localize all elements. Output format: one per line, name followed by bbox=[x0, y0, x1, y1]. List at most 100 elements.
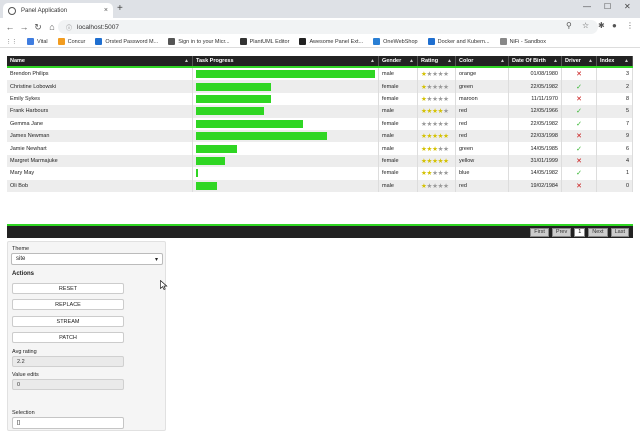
minimize-icon[interactable]: — bbox=[583, 2, 591, 11]
table-row[interactable]: Frank Harbours male ★★★★★ red 12/05/1966 ✓ 5 bbox=[7, 105, 633, 118]
patch-button[interactable]: PATCH bbox=[12, 332, 124, 343]
selection-input[interactable]: [] bbox=[12, 417, 124, 429]
sort-arrow-icon[interactable]: ▲ bbox=[184, 58, 189, 64]
cell-date-of-birth[interactable]: 31/01/1999 bbox=[509, 154, 562, 168]
cell-gender[interactable]: female bbox=[379, 154, 418, 168]
table-row[interactable]: Christine Lobowski female ★★★★★ green 22/05/… bbox=[7, 80, 633, 93]
home-icon[interactable]: ⌂ bbox=[45, 22, 59, 32]
cell-driver[interactable]: ✕ bbox=[562, 129, 597, 143]
bookmark-item[interactable]: PlantUML Editor bbox=[239, 38, 289, 45]
cell-color[interactable]: yellow bbox=[456, 154, 509, 168]
reset-button[interactable]: RESET bbox=[12, 283, 124, 294]
profile-icon[interactable]: ● bbox=[612, 21, 617, 30]
cell-name[interactable]: Frank Harbours bbox=[7, 105, 193, 118]
table-row[interactable]: Jamie Newhart male ★★★★★ green 14/05/1985 ✓ 6 bbox=[7, 142, 633, 155]
cell-rating[interactable]: ★★★★★ bbox=[418, 68, 456, 81]
cell-name[interactable]: James Newman bbox=[7, 129, 193, 143]
cell-task-progress[interactable] bbox=[193, 117, 379, 130]
table-row[interactable]: Brendon Philips male ★★★★★ orange 01/08/1980… bbox=[7, 68, 633, 81]
cell-task-progress[interactable] bbox=[193, 129, 379, 143]
cell-name[interactable]: Gemma Jane bbox=[7, 117, 193, 130]
cell-date-of-birth[interactable]: 01/08/1980 bbox=[509, 68, 562, 81]
cell-rating[interactable]: ★★★★★ bbox=[418, 154, 456, 168]
table-row[interactable]: Mary May female ★★★★★ blue 14/05/1982 ✓ 1 bbox=[7, 167, 633, 180]
cell-index[interactable]: 3 bbox=[597, 68, 633, 81]
cell-driver[interactable]: ✕ bbox=[562, 68, 597, 81]
cell-date-of-birth[interactable]: 22/05/1982 bbox=[509, 117, 562, 130]
new-tab-icon[interactable]: + bbox=[117, 3, 123, 14]
cell-task-progress[interactable] bbox=[193, 167, 379, 180]
cell-rating[interactable]: ★★★★★ bbox=[418, 142, 456, 155]
header-col-index[interactable]: Index ▲ bbox=[597, 56, 633, 66]
cell-task-progress[interactable] bbox=[193, 154, 379, 168]
header-col-color[interactable]: Color ▲ bbox=[456, 56, 509, 66]
cell-gender[interactable]: female bbox=[379, 92, 418, 106]
cell-gender[interactable]: male bbox=[379, 179, 418, 192]
header-col-task-progress[interactable]: Task Progress ▲ bbox=[193, 56, 379, 66]
cell-name[interactable]: Emily Sykes bbox=[7, 92, 193, 106]
cell-gender[interactable]: male bbox=[379, 68, 418, 81]
bookmark-item[interactable]: Vital bbox=[27, 38, 48, 45]
cell-gender[interactable]: male bbox=[379, 142, 418, 155]
cell-task-progress[interactable] bbox=[193, 105, 379, 118]
header-col-driver[interactable]: Driver ▲ bbox=[562, 56, 597, 66]
cell-color[interactable]: blue bbox=[456, 167, 509, 180]
bookmark-item[interactable]: Docker and Kubern... bbox=[427, 38, 490, 45]
header-col-date-of-birth[interactable]: Date Of Birth ▲ bbox=[509, 56, 562, 66]
cell-task-progress[interactable] bbox=[193, 92, 379, 106]
cell-name[interactable]: Margret Marmajuke bbox=[7, 154, 193, 168]
browser-tab[interactable]: Panel Application × bbox=[3, 3, 113, 18]
sort-arrow-icon[interactable]: ▲ bbox=[370, 58, 375, 64]
header-col-name[interactable]: Name ▲ bbox=[7, 56, 193, 66]
cell-rating[interactable]: ★★★★★ bbox=[418, 80, 456, 93]
header-col-rating[interactable]: Rating ▲ bbox=[418, 56, 456, 66]
close-icon[interactable]: × bbox=[104, 7, 108, 14]
cell-name[interactable]: Brendon Philips bbox=[7, 68, 193, 81]
sort-arrow-icon[interactable]: ▲ bbox=[588, 58, 593, 64]
cell-name[interactable]: Oli Bob bbox=[7, 179, 193, 192]
apps-icon[interactable]: ⋮⋮ bbox=[6, 39, 17, 45]
bookmark-item[interactable]: Awesome Panel Ext... bbox=[299, 38, 363, 45]
page-next-button[interactable]: Next bbox=[588, 227, 608, 237]
cell-color[interactable]: green bbox=[456, 80, 509, 93]
cell-date-of-birth[interactable]: 19/02/1984 bbox=[509, 179, 562, 192]
stream-button[interactable]: STREAM bbox=[12, 316, 124, 327]
cell-index[interactable]: 5 bbox=[597, 105, 633, 118]
cell-gender[interactable]: female bbox=[379, 80, 418, 93]
maximize-icon[interactable]: ☐ bbox=[604, 2, 611, 11]
page-prev-button[interactable]: Prev bbox=[551, 227, 572, 237]
window-close-icon[interactable]: ✕ bbox=[624, 2, 631, 11]
sort-arrow-icon[interactable]: ▲ bbox=[409, 58, 414, 64]
cell-date-of-birth[interactable]: 12/05/1966 bbox=[509, 105, 562, 118]
cell-driver[interactable]: ✓ bbox=[562, 105, 597, 118]
theme-select[interactable]: site ▾ bbox=[11, 253, 163, 265]
cell-name[interactable]: Mary May bbox=[7, 167, 193, 180]
sort-arrow-icon[interactable]: ▲ bbox=[553, 58, 558, 64]
cell-color[interactable]: orange bbox=[456, 68, 509, 81]
bookmark-item[interactable]: Orsted Password M... bbox=[95, 38, 158, 45]
table-row[interactable]: Emily Sykes female ★★★★★ maroon 11/11/1970 ✕ 8 bbox=[7, 92, 633, 106]
cell-color[interactable]: green bbox=[456, 142, 509, 155]
table-row[interactable]: James Newman male ★★★★★ red 22/03/1998 ✕ 9 bbox=[7, 129, 633, 143]
cell-color[interactable]: red bbox=[456, 117, 509, 130]
table-row[interactable]: Margret Marmajuke female ★★★★★ yellow 31/01/… bbox=[7, 154, 633, 168]
cell-driver[interactable]: ✓ bbox=[562, 167, 597, 180]
sort-arrow-icon[interactable]: ▲ bbox=[447, 58, 452, 64]
cell-rating[interactable]: ★★★★★ bbox=[418, 92, 456, 106]
zoom-icon[interactable]: ⚲ bbox=[566, 21, 572, 30]
cell-index[interactable]: 2 bbox=[597, 80, 633, 93]
bookmark-star-icon[interactable]: ☆ bbox=[582, 21, 589, 30]
page-last-button[interactable]: Last bbox=[610, 227, 629, 237]
cell-color[interactable]: red bbox=[456, 105, 509, 118]
cell-index[interactable]: 6 bbox=[597, 142, 633, 155]
cell-index[interactable]: 8 bbox=[597, 92, 633, 106]
replace-button[interactable]: REPLACE bbox=[12, 299, 124, 310]
cell-index[interactable]: 7 bbox=[597, 117, 633, 130]
cell-driver[interactable]: ✓ bbox=[562, 117, 597, 130]
forward-icon[interactable]: → bbox=[17, 22, 31, 32]
bookmark-item[interactable]: Sign in to your Micr... bbox=[168, 38, 230, 45]
bookmark-item[interactable]: Concur bbox=[57, 38, 85, 45]
cell-driver[interactable]: ✓ bbox=[562, 80, 597, 93]
cell-task-progress[interactable] bbox=[193, 142, 379, 155]
address-bar[interactable]: ⓘ localhost:5007 bbox=[58, 20, 598, 34]
